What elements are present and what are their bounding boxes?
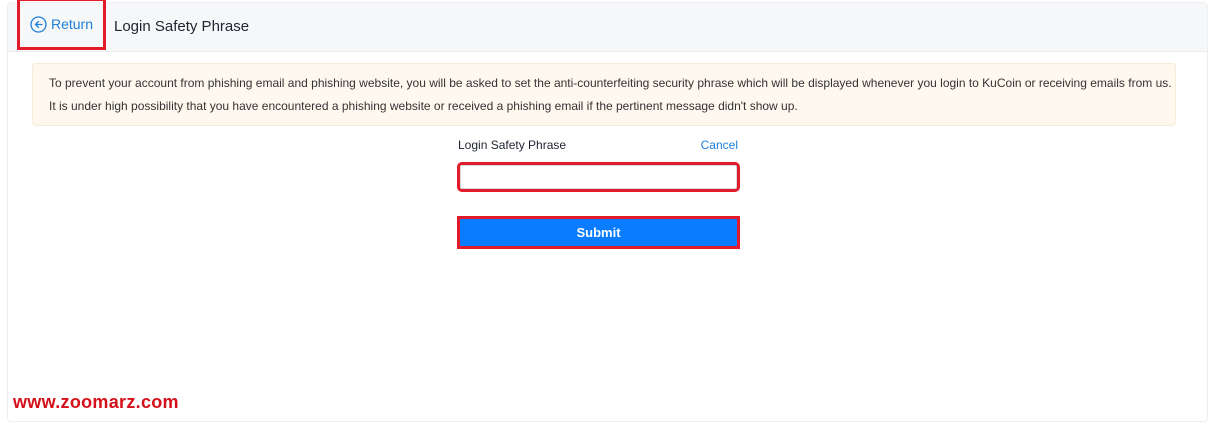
return-label: Return xyxy=(50,16,94,32)
page-title: Login Safety Phrase xyxy=(114,18,250,35)
cancel-link[interactable]: Cancel xyxy=(701,138,738,152)
page: Return Login Safety Phrase To prevent yo… xyxy=(0,0,1208,422)
safety-phrase-card: Return Login Safety Phrase To prevent yo… xyxy=(7,0,1208,422)
notice-text: To prevent your account from phishing em… xyxy=(49,75,1172,113)
arrow-left-circle-icon xyxy=(30,15,47,33)
page-header: Return Login Safety Phrase xyxy=(8,0,1207,52)
phrase-field-label: Login Safety Phrase xyxy=(458,138,567,152)
form-label-row: Login Safety Phrase Cancel xyxy=(458,138,738,152)
watermark: www.zoomarz.com xyxy=(13,392,179,412)
submit-button[interactable]: Submit xyxy=(457,216,740,249)
return-button[interactable]: Return xyxy=(17,0,106,50)
safety-phrase-input[interactable] xyxy=(457,162,740,192)
phishing-notice: To prevent your account from phishing em… xyxy=(32,63,1176,126)
